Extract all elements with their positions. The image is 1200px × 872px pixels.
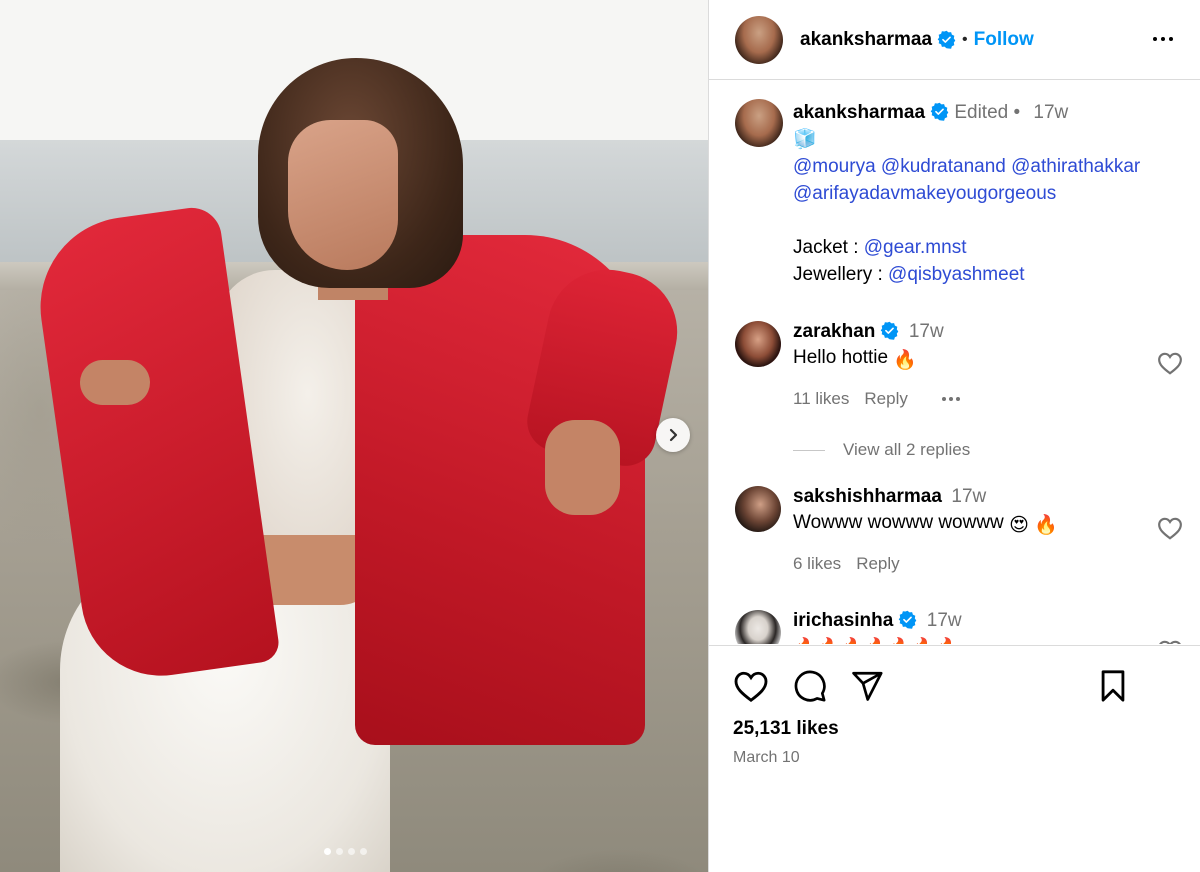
comment-item: sakshishharmaa 17w Wowww wowww wowww 😍 🔥… — [735, 486, 1058, 574]
caption-author-username[interactable]: akanksharmaa — [793, 102, 925, 123]
post-header: akanksharmaa • Follow — [709, 0, 1200, 80]
action-bar — [733, 668, 1183, 704]
edited-label: Edited — [954, 102, 1009, 123]
caption-emoji: 🧊 — [793, 129, 817, 150]
commenter-username[interactable]: zarakhan — [793, 321, 875, 342]
comment-text: 🔥🔥🔥🔥🔥🔥🔥 — [793, 636, 962, 644]
save-icon[interactable] — [1095, 668, 1131, 704]
follow-button[interactable]: Follow — [974, 29, 1034, 51]
commenter-username[interactable]: irichasinha — [793, 610, 893, 631]
carousel-dot — [324, 848, 331, 855]
more-options-icon[interactable] — [1150, 27, 1176, 51]
comment-age[interactable]: 17w — [927, 610, 962, 631]
commenter-avatar[interactable] — [735, 321, 781, 367]
caption: akanksharmaa Edited • 17w 🧊 @mourya @kud… — [735, 99, 1140, 288]
comment-like-heart-icon[interactable] — [1157, 639, 1183, 644]
photo-face — [288, 120, 398, 270]
replies-divider — [793, 449, 825, 451]
share-icon[interactable] — [849, 668, 885, 704]
commenter-avatar[interactable] — [735, 486, 781, 532]
post-footer: 25,131 likes March 10 — [709, 645, 1200, 872]
like-count[interactable]: 25,131 likes — [733, 718, 839, 740]
verified-badge-icon — [937, 30, 956, 49]
comment-icon[interactable] — [792, 668, 828, 704]
carousel-dot — [360, 848, 367, 855]
caption-author-avatar[interactable] — [735, 99, 783, 147]
comment-emoji: 🔥 — [893, 350, 918, 371]
next-arrow-icon — [669, 428, 678, 442]
caption-age[interactable]: 17w — [1033, 102, 1068, 123]
post-photo[interactable] — [0, 0, 708, 872]
verified-badge-icon — [930, 102, 949, 121]
author-username[interactable]: akanksharmaa — [800, 29, 932, 51]
jacket-label: Jacket : — [793, 237, 864, 258]
carousel-dots — [324, 848, 367, 855]
post-date[interactable]: March 10 — [733, 749, 800, 767]
comment-like-heart-icon[interactable] — [1157, 516, 1183, 540]
comment-text: Hello hottie — [793, 347, 889, 368]
separator-dot: • — [962, 30, 968, 48]
carousel-dot — [348, 848, 355, 855]
comment-like-count[interactable]: 6 likes — [793, 554, 841, 574]
carousel-dot — [336, 848, 343, 855]
author-avatar[interactable] — [735, 15, 783, 64]
comment-like-heart-icon[interactable] — [1157, 351, 1183, 375]
comment-more-icon[interactable] — [941, 397, 960, 401]
commenter-avatar[interactable] — [735, 610, 781, 644]
separator-dot: • — [1008, 102, 1026, 123]
photo-hand-right — [545, 420, 620, 515]
jacket-mention-link[interactable]: @gear.mnst — [864, 237, 967, 258]
comments-list[interactable]: akanksharmaa Edited • 17w 🧊 @mourya @kud… — [709, 81, 1200, 644]
view-replies-label[interactable]: View all 2 replies — [843, 440, 970, 460]
photo-hand-left — [80, 360, 150, 405]
comment-like-count[interactable]: 11 likes — [793, 389, 849, 409]
commenter-username[interactable]: sakshishharmaa — [793, 486, 942, 507]
verified-badge-icon — [880, 321, 899, 340]
comment-age[interactable]: 17w — [909, 321, 944, 342]
jewellery-label: Jewellery : — [793, 264, 889, 285]
reply-button[interactable]: Reply — [856, 554, 899, 574]
reply-button[interactable]: Reply — [864, 389, 907, 409]
caption-mentions-line2[interactable]: @arifayadavmakeyougorgeous — [793, 180, 1140, 207]
next-arrow-button[interactable] — [656, 418, 690, 452]
jewellery-mention-link[interactable]: @qisbyashmeet — [888, 264, 1025, 285]
like-icon[interactable] — [733, 668, 769, 704]
comment-emoji: 😍 🔥 — [1009, 515, 1058, 536]
comment-text: Wowww wowww wowww — [793, 512, 1004, 533]
post-sidebar: akanksharmaa • Follow akanksharmaa Edite… — [708, 0, 1200, 872]
caption-mentions-line1[interactable]: @mourya @kudratanand @athirathakkar — [793, 153, 1140, 180]
comment-age[interactable]: 17w — [951, 486, 986, 507]
comment-item: zarakhan 17w Hello hottie 🔥 11 likes Rep… — [735, 321, 960, 409]
view-replies-button[interactable]: View all 2 replies — [793, 440, 970, 460]
comment-item: irichasinha 17w 🔥🔥🔥🔥🔥🔥🔥 — [735, 610, 962, 644]
verified-badge-icon — [898, 610, 917, 629]
